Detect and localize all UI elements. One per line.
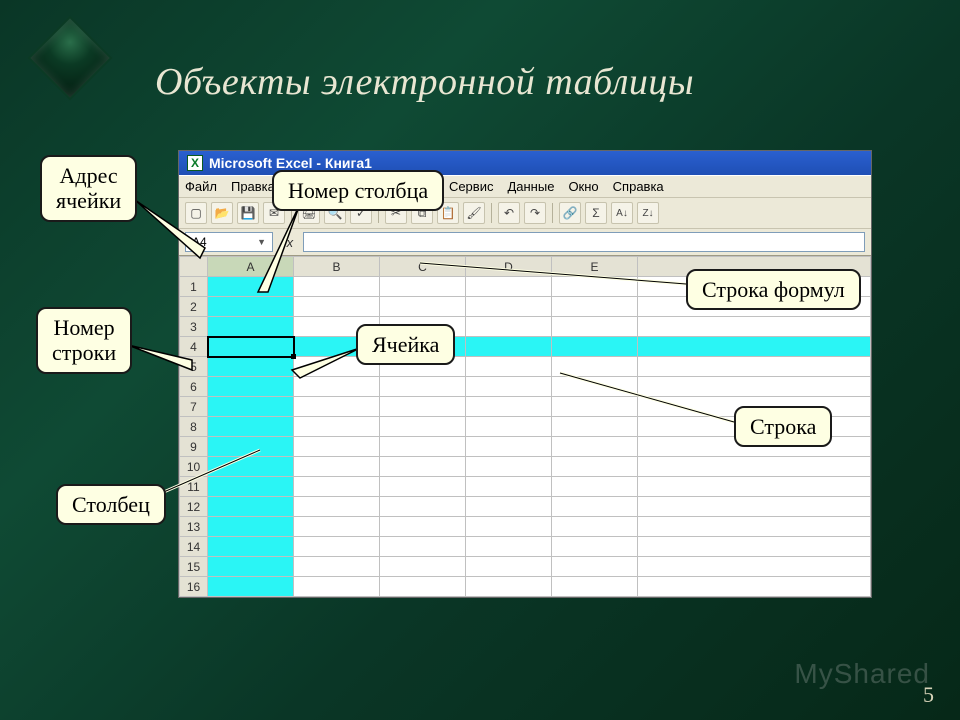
callout-formula-bar: Строка формул — [686, 269, 861, 310]
callout-cell-address: Адресячейки — [40, 155, 137, 222]
callout-row: Строка — [734, 406, 832, 447]
callout-column-number: Номер столбца — [272, 170, 444, 211]
callout-row-number: Номерстроки — [36, 307, 132, 374]
callout-column: Столбец — [56, 484, 166, 525]
callout-cell: Ячейка — [356, 324, 455, 365]
callout-pointer — [0, 0, 960, 720]
